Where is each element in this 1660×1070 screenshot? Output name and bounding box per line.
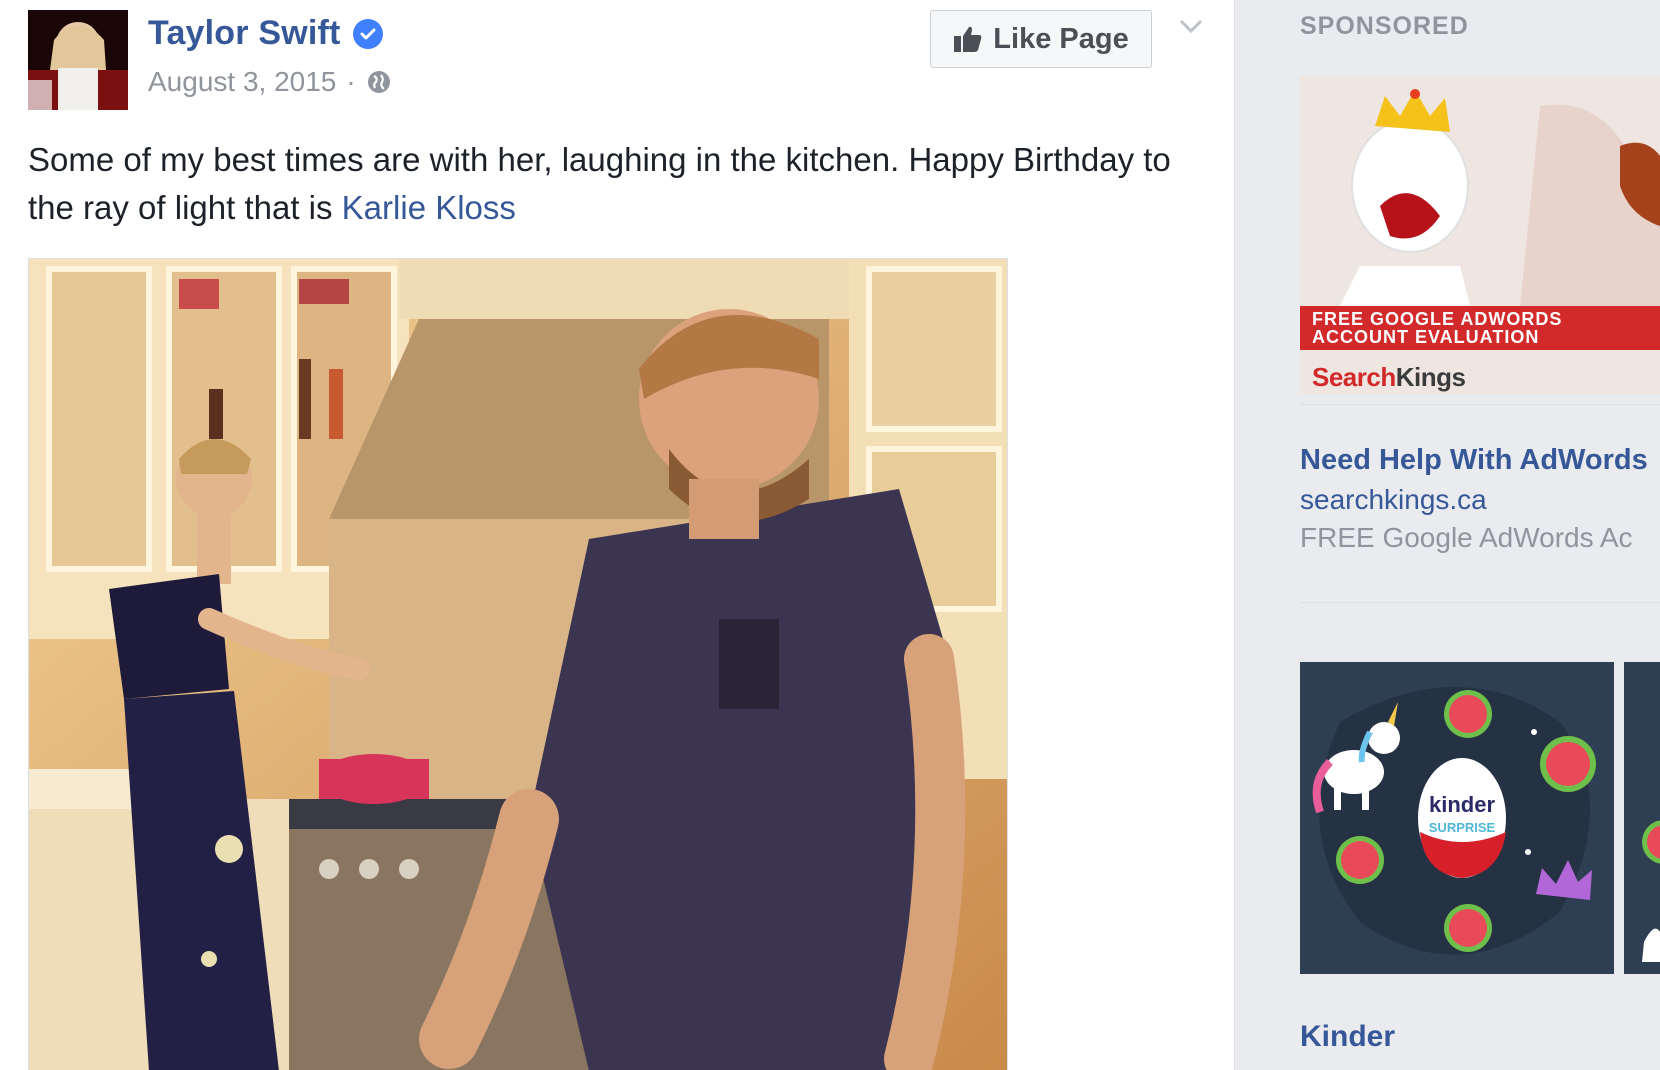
brand-part-kings: Kings [1395, 362, 1466, 392]
kinder-ad-image[interactable]: kinder SURPRISE [1300, 662, 1614, 974]
globe-icon[interactable] [366, 69, 392, 95]
searchkings-ad-image[interactable]: FREE GOOGLE ADWORDS ACCOUNT EVALUATION S… [1300, 76, 1660, 394]
divider [1300, 602, 1660, 603]
kitchen-photo [29, 259, 1007, 1070]
page-avatar[interactable] [28, 10, 128, 110]
sponsored-heading: SPONSORED [1300, 12, 1469, 40]
kinder-ad-image-secondary[interactable] [1624, 662, 1660, 974]
post-card: Taylor Swift August 3, 2015 · Like Page … [0, 0, 1235, 1070]
post-meta: August 3, 2015 · [148, 66, 392, 98]
page-name-text[interactable]: Taylor Swift [148, 14, 341, 53]
post-date[interactable]: August 3, 2015 [148, 66, 336, 98]
kinder-illustration: kinder SURPRISE [1300, 662, 1614, 974]
like-page-label: Like Page [993, 22, 1129, 55]
post-photo[interactable] [28, 258, 1008, 1070]
kinder-illustration-secondary [1624, 662, 1660, 974]
ad-title-link[interactable]: Kinder [1300, 1020, 1395, 1054]
ad-description: FREE Google AdWords Ac [1300, 522, 1633, 553]
post-message: Some of my best times are with her, laug… [28, 136, 1208, 232]
chevron-down-icon[interactable] [1178, 16, 1204, 36]
ad-url-link[interactable]: searchkings.ca [1300, 484, 1487, 516]
ad-title-link[interactable]: Need Help With AdWords [1300, 444, 1648, 477]
right-sidebar: SPONSORED FREE GOOGLE ADWORDS ACCOUNT EV… [1268, 0, 1660, 1070]
ad-banner-text: FREE GOOGLE ADWORDS ACCOUNT EVALUATION [1312, 309, 1563, 347]
surprise-wordmark: SURPRISE [1429, 820, 1496, 835]
ad-banner: FREE GOOGLE ADWORDS ACCOUNT EVALUATION [1300, 306, 1660, 350]
thumbs-up-icon [953, 25, 983, 53]
brand-part-search: Search [1312, 362, 1396, 392]
meta-separator: · [346, 66, 356, 97]
like-page-button[interactable]: Like Page [930, 10, 1152, 68]
ad-brand-logo: SearchKings [1312, 362, 1466, 393]
verified-badge-icon [352, 18, 383, 49]
tagged-person-link[interactable]: Karlie Kloss [342, 189, 516, 226]
page-name-link[interactable]: Taylor Swift [148, 14, 383, 53]
divider [1300, 404, 1660, 405]
avatar-image [28, 10, 128, 110]
kinder-wordmark: kinder [1429, 792, 1495, 817]
post-message-text: Some of my best times are with her, laug… [28, 141, 1171, 226]
